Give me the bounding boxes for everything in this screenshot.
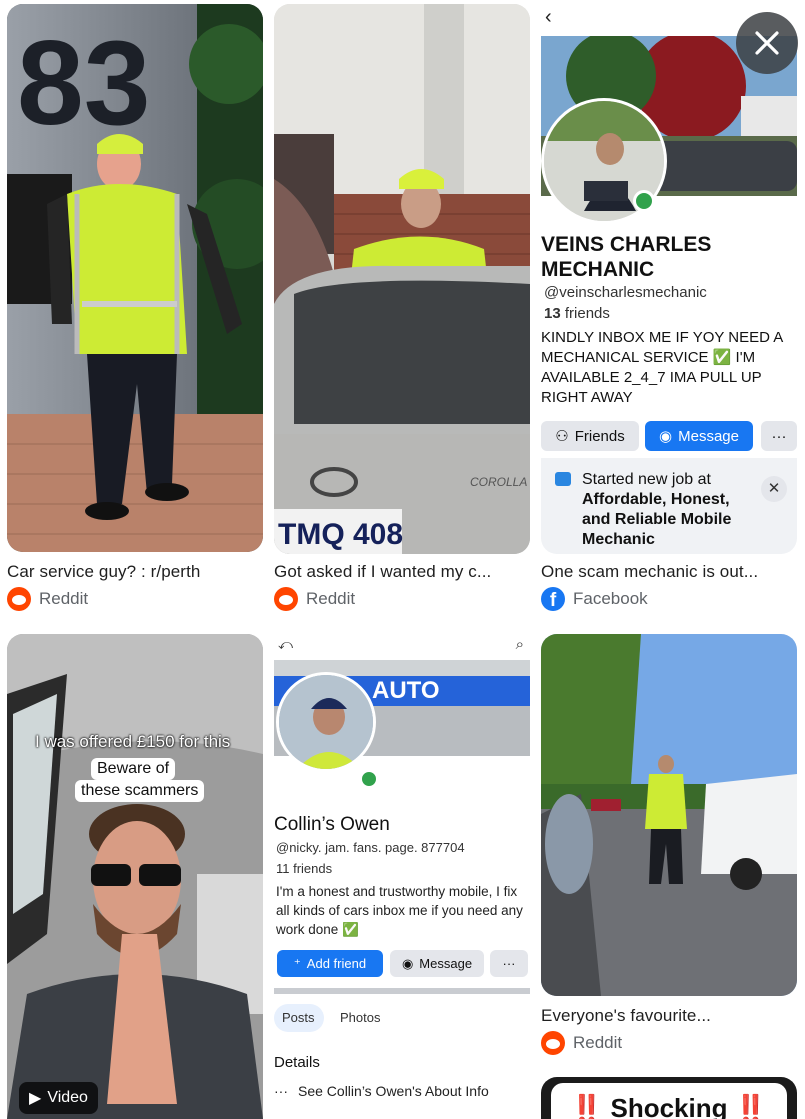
job-line-4: Mechanic: [582, 531, 655, 548]
messenger-icon: ◉: [401, 955, 414, 971]
back-arrow-icon[interactable]: ⤺: [278, 636, 293, 653]
video-caption-line-1: I was offered £150 for this: [35, 732, 231, 751]
message-button[interactable]: ◉ Message: [390, 950, 484, 977]
profile-avatar[interactable]: [276, 672, 376, 772]
add-person-icon: ⁺: [293, 955, 301, 971]
more-button[interactable]: ···: [490, 950, 528, 977]
car-badge: COROLLA: [470, 475, 527, 489]
profile-name: Collin’s Owen: [274, 814, 390, 835]
photo-hivis-man-walking: 83: [7, 4, 263, 552]
section-divider: [274, 988, 530, 994]
online-status-dot: [633, 190, 655, 212]
source-name: Reddit: [39, 589, 89, 608]
back-chevron-icon[interactable]: ‹: [545, 6, 552, 29]
dots-icon: ···: [274, 1083, 288, 1099]
reddit-icon: [274, 587, 298, 611]
reddit-icon: [541, 1031, 565, 1055]
tab-posts[interactable]: Posts: [282, 1010, 315, 1025]
photo-hivis-man-by-toyota: TMQ 408 COROLLA: [274, 4, 530, 554]
result-title[interactable]: Everyone's favourite...: [541, 1006, 797, 1026]
profile-friends: 11 friends: [276, 861, 333, 876]
job-card[interactable]: Started new job at Affordable, Honest, a…: [541, 458, 797, 554]
source-name: Facebook: [573, 589, 648, 608]
see-about-label: See Collin’s Owen's About Info: [298, 1083, 489, 1099]
see-about-row[interactable]: ··· See Collin’s Owen's About Info: [274, 1083, 489, 1099]
result-profile-card[interactable]: ⤺ ⌕ AUTO SERVIC Collin’s Owen @nicky. ja…: [274, 634, 530, 1119]
message-button[interactable]: ◉ Message: [645, 421, 753, 451]
result-video-card[interactable]: I was offered £150 for this Beware of th…: [7, 634, 263, 1119]
result-title[interactable]: Got asked if I wanted my c...: [274, 562, 530, 582]
messenger-icon: ◉: [659, 428, 673, 445]
result-source[interactable]: Reddit: [274, 587, 530, 611]
result-title[interactable]: One scam mechanic is out...: [541, 562, 797, 582]
result-source[interactable]: f Facebook: [541, 587, 797, 611]
result-title[interactable]: Car service guy? : r/perth: [7, 562, 263, 582]
profile-bio: KINDLY INBOX ME IF YOY NEED A MECHANICAL…: [541, 329, 783, 406]
search-icon[interactable]: ⌕: [516, 636, 524, 653]
job-text: Started new job at Affordable, Honest, a…: [582, 470, 731, 550]
building-number: 83: [17, 16, 150, 150]
profile-bio: I'm a honest and trustworthy mobile, I f…: [276, 884, 523, 937]
friends-word: friends: [564, 305, 610, 322]
photo-hivis-man-parking-lot: [541, 634, 797, 996]
result-image-card-7[interactable]: ‼️ Shocking ‼️: [541, 1077, 797, 1119]
dismiss-icon[interactable]: ✕: [761, 476, 787, 502]
reddit-icon: [7, 587, 31, 611]
profile-topbar: ⤺ ⌕: [274, 634, 530, 660]
friends-count: 13: [544, 305, 561, 322]
result-source[interactable]: Reddit: [541, 1031, 797, 1055]
card-teaser-text: ‼️ Shocking ‼️: [551, 1083, 787, 1119]
details-heading: Details: [274, 1054, 320, 1071]
friends-button[interactable]: ⚇ Friends: [541, 421, 639, 451]
video-caption-line-3: these scammers: [75, 780, 205, 802]
close-button[interactable]: [736, 12, 798, 74]
result-image-card-6[interactable]: [541, 634, 797, 996]
job-line-2: Affordable, Honest,: [582, 491, 730, 508]
column-1: 83 Car service guy? : r/perth Reddit I w…: [7, 0, 263, 1119]
profile-handle: @nicky. jam. fans. page. 877704: [276, 840, 465, 855]
avatar-photo: [279, 675, 373, 769]
video-label: Video: [47, 1089, 88, 1106]
profile-handle: @veinscharlesmechanic: [544, 284, 707, 301]
source-name: Reddit: [573, 1033, 623, 1052]
person-check-icon: ⚇: [555, 428, 569, 445]
photo-man-in-car-praying: [7, 634, 263, 1119]
column-3: ‹ VEINS CHARLES MECHANIC @veinscharlesme…: [541, 0, 797, 1119]
message-label: Message: [678, 427, 739, 445]
more-button[interactable]: ···: [761, 421, 797, 451]
profile-name-line-1: VEINS CHARLES: [541, 233, 712, 256]
message-label: Message: [419, 956, 473, 971]
briefcase-icon: [555, 472, 571, 486]
profile-friends: 13 friends: [544, 305, 610, 322]
job-line-1: Started new job at: [582, 471, 711, 488]
friends-label: Friends: [574, 427, 625, 445]
profile-name: VEINS CHARLES MECHANIC: [541, 232, 711, 282]
online-status-dot: [360, 770, 378, 788]
add-friend-button[interactable]: ⁺ Add friend: [277, 950, 383, 977]
play-icon: ▶: [29, 1090, 42, 1107]
license-plate: TMQ 408: [278, 518, 403, 551]
source-name: Reddit: [306, 589, 356, 608]
video-badge[interactable]: ▶ Video: [19, 1082, 98, 1114]
video-caption-line-2: Beware of: [91, 758, 176, 780]
tab-photos[interactable]: Photos: [340, 1010, 380, 1025]
facebook-icon: f: [541, 587, 565, 611]
job-line-3: and Reliable Mobile: [582, 511, 732, 528]
close-icon: [755, 31, 779, 55]
profile-name-line-2: MECHANIC: [541, 258, 655, 281]
column-2: TMQ 408 COROLLA Got asked if I wanted my…: [274, 0, 530, 1119]
result-profile-card-facebook[interactable]: ‹ VEINS CHARLES MECHANIC @veinscharlesme…: [541, 4, 797, 554]
result-source[interactable]: Reddit: [7, 587, 263, 611]
result-image-card-1[interactable]: 83: [7, 4, 263, 552]
result-image-card-2[interactable]: TMQ 408 COROLLA: [274, 4, 530, 554]
add-friend-label: Add friend: [306, 956, 367, 971]
